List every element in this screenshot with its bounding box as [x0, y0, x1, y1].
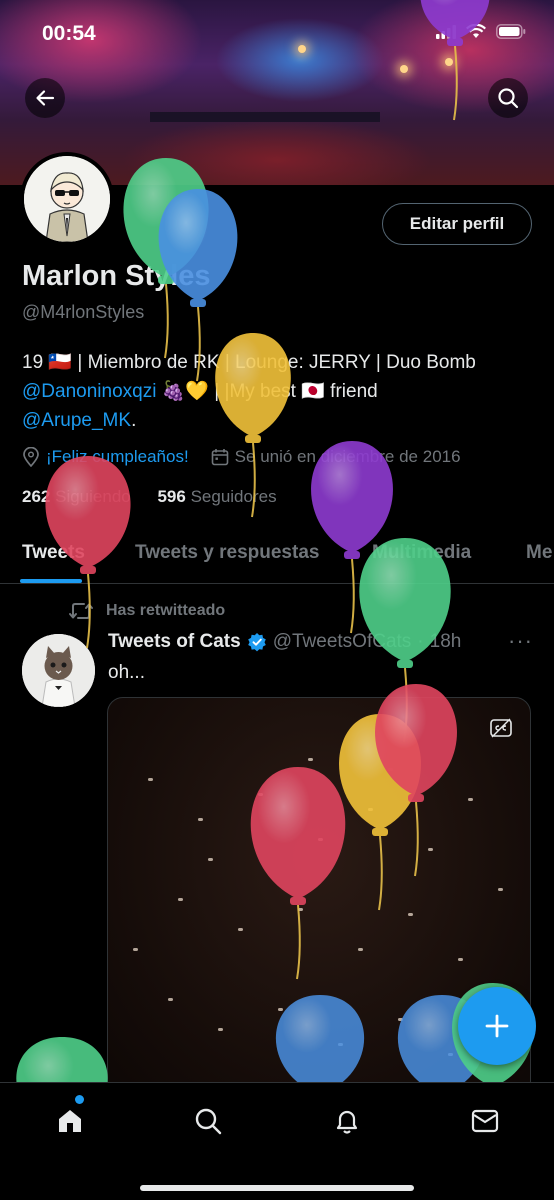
banner-bridge — [150, 112, 380, 122]
home-indicator — [140, 1185, 414, 1191]
retweet-icon — [69, 603, 93, 619]
nav-messages[interactable] — [465, 1101, 505, 1141]
video-particle — [408, 913, 413, 916]
tweet-time: 18h — [429, 631, 462, 652]
arrow-left-icon — [36, 90, 55, 106]
avatar-illustration — [24, 156, 110, 242]
bio-text: . — [131, 410, 137, 431]
location-pin-icon — [23, 447, 39, 467]
status-bar: 00:54 — [0, 0, 554, 70]
video-particle — [368, 808, 373, 811]
video-particle — [278, 1008, 283, 1011]
following-label: Siguiendo — [55, 487, 131, 506]
video-particle — [388, 768, 393, 771]
video-particle — [458, 958, 463, 961]
tweet-author-name[interactable]: Tweets of Cats — [108, 631, 241, 653]
wifi-icon — [466, 24, 486, 38]
profile-meta: ¡Feliz cumpleaños! Se unió en diciembre … — [22, 447, 461, 467]
video-particle — [168, 998, 173, 1001]
battery-icon — [496, 24, 526, 39]
tab-media[interactable]: Multimedia — [372, 542, 471, 564]
video-particle — [448, 1053, 453, 1056]
compose-tweet-button[interactable] — [458, 987, 536, 1065]
tweet-header: Tweets of Cats @TweetsOfCats · 18h — [108, 631, 461, 653]
search-icon — [195, 1108, 222, 1135]
profile-name: Marlon Styles — [22, 260, 211, 292]
active-tab-indicator — [20, 579, 82, 583]
video-particle — [468, 798, 473, 801]
profile-handle: @M4rlonStyles — [22, 302, 145, 322]
bottom-navigation — [0, 1082, 554, 1200]
joined-text: Se unió en diciembre de 2016 — [234, 447, 461, 466]
tweet-author-avatar[interactable] — [22, 634, 95, 707]
search-icon — [498, 88, 519, 109]
nav-search[interactable] — [188, 1101, 228, 1141]
profile-tabs: Tweets Tweets y respuestas Multimedia Me — [0, 528, 554, 584]
balloon — [123, 158, 209, 359]
video-particle — [498, 888, 503, 891]
followers-link[interactable]: 596 Seguidores — [157, 487, 276, 506]
retweet-label: Has retwitteado — [106, 602, 226, 619]
nav-notifications[interactable] — [327, 1101, 367, 1141]
video-particle — [318, 838, 323, 841]
edit-profile-button[interactable]: Editar perfil — [382, 203, 532, 245]
bio-text: 19 🇨🇱 | Miembro de RK | Lounge: JERRY | … — [22, 352, 476, 373]
calendar-icon — [211, 449, 228, 466]
bell-icon — [336, 1110, 358, 1134]
retweet-context: Has retwitteado — [68, 601, 225, 621]
mail-icon — [471, 1109, 499, 1133]
profile-avatar[interactable] — [20, 152, 114, 246]
followers-count: 596 — [157, 487, 186, 506]
video-particle — [308, 758, 313, 761]
home-notification-dot — [75, 1095, 84, 1104]
back-button[interactable] — [25, 78, 65, 118]
search-button[interactable] — [488, 78, 528, 118]
followers-label: Seguidores — [190, 487, 277, 506]
video-particle — [428, 848, 433, 851]
status-time: 00:54 — [42, 22, 96, 45]
tab-tweets-replies[interactable]: Tweets y respuestas — [135, 542, 319, 564]
tweet-separator: · — [417, 631, 424, 652]
video-particle — [148, 778, 153, 781]
signal-icon — [436, 24, 456, 39]
video-particle — [298, 908, 303, 911]
video-particle — [178, 898, 183, 901]
tab-likes[interactable]: Me — [526, 542, 552, 564]
video-particle — [238, 928, 243, 931]
profile-bio: 19 🇨🇱 | Miembro de RK | Lounge: JERRY | … — [22, 348, 522, 435]
video-particle — [398, 1018, 403, 1021]
home-icon — [59, 1110, 81, 1132]
compose-plus-icon — [485, 1014, 509, 1038]
tweet-author-handle[interactable]: @TweetsOfCats — [273, 631, 412, 653]
video-particle — [208, 858, 213, 861]
status-icons — [436, 24, 526, 39]
bio-text: 🍇💛 | |My best 🇯🇵 friend — [156, 381, 378, 402]
tab-tweets[interactable]: Tweets — [22, 542, 85, 564]
video-particle — [133, 948, 138, 951]
video-particle — [258, 793, 263, 796]
location-text: ¡Feliz cumpleaños! — [46, 447, 189, 466]
following-link[interactable]: 262 Siguiendo — [22, 487, 131, 506]
video-particle — [338, 1043, 343, 1046]
following-count: 262 — [22, 487, 51, 506]
bio-mention[interactable]: @Arupe_MK — [22, 410, 131, 431]
video-particle — [358, 948, 363, 951]
bio-mention[interactable]: @Danoninoxqzi — [22, 381, 156, 402]
video-particle — [218, 1028, 223, 1031]
nav-home[interactable] — [50, 1101, 90, 1141]
cat-avatar-image — [22, 634, 95, 707]
follow-stats: 262 Siguiendo 596 Seguidores — [22, 487, 277, 507]
verified-badge-icon — [247, 633, 266, 652]
tweet-more-button[interactable]: ··· — [508, 628, 533, 654]
captions-icon — [490, 718, 512, 738]
video-particle — [198, 818, 203, 821]
tweet-text: oh... — [108, 662, 145, 683]
